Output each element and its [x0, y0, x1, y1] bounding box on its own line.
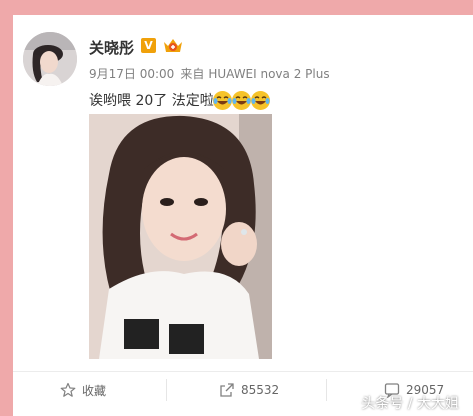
post-text-content: 诶哟喂 20了 法定啦 [89, 93, 214, 109]
laughing-tears-emoji-icon [231, 91, 251, 110]
avatar-photo [23, 32, 77, 86]
author-name[interactable]: 关晓彤 [89, 37, 134, 58]
post-text: 诶哟喂 20了 法定啦 [89, 90, 271, 111]
member-crown-icon[interactable] [162, 36, 184, 54]
post-meta: 9月17日 00:00 来自 HUAWEI nova 2 Plus [89, 65, 336, 82]
action-divider [13, 371, 473, 372]
repost-button[interactable]: 85532 [219, 375, 279, 405]
post-photo[interactable] [89, 114, 272, 359]
laughing-tears-emoji-icon [212, 91, 232, 110]
action-separator [326, 379, 327, 401]
laughing-tears-emoji-icon [250, 91, 270, 110]
repost-count: 85532 [241, 383, 280, 397]
favorite-label: 收藏 [82, 383, 107, 398]
avatar[interactable] [23, 32, 77, 86]
share-icon [220, 383, 234, 397]
verified-icon[interactable]: V [141, 38, 156, 53]
weibo-page: 关晓彤 V 9月17日 00:00 来自 HUAWEI nova 2 Plus 诶哟… [0, 0, 473, 416]
source-prefix: 来自 [180, 67, 205, 81]
star-icon [60, 382, 76, 397]
watermark: 头条号 / 大大姐 [361, 396, 459, 412]
action-separator [166, 379, 167, 401]
source-device[interactable]: HUAWEI nova 2 Plus [208, 67, 329, 81]
favorite-button[interactable]: 收藏 [60, 375, 106, 405]
post-date[interactable]: 9月17日 00:00 [89, 67, 174, 81]
selfie-image [89, 114, 272, 359]
